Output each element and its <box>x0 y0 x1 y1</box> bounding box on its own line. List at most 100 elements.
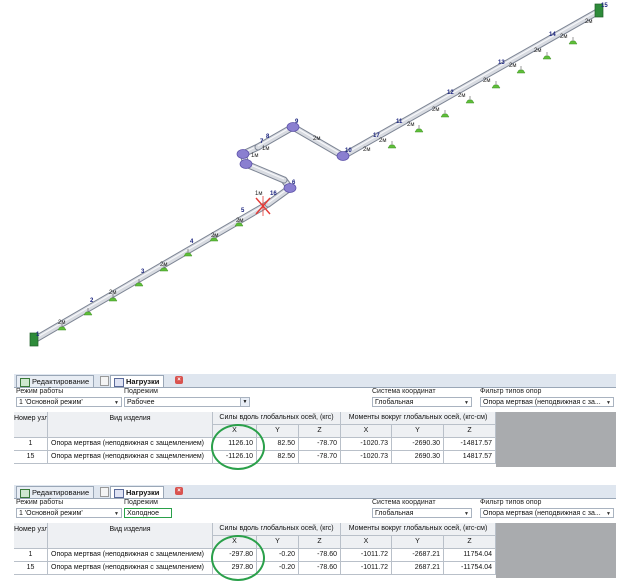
table-row-1-type[interactable]: Опора мертвая (неподвижная с защемлением… <box>48 438 213 451</box>
table-row-1-mz[interactable]: -14817.57 <box>444 438 496 451</box>
header-fy: Y <box>257 536 299 549</box>
segment-length-label: 2м <box>58 320 65 326</box>
node-label: 11 <box>396 119 403 125</box>
sliding-support-icon <box>491 84 501 89</box>
tab-bar: Редактирование Нагрузки × <box>14 485 616 499</box>
document-icon[interactable] <box>100 376 109 386</box>
node-label: 10 <box>345 148 352 154</box>
header-fy: Y <box>257 425 299 438</box>
mode-label: Режим работы <box>16 388 64 395</box>
coord-label: Система координат <box>372 388 436 395</box>
table-row-15-type[interactable]: Опора мертвая (неподвижная с защемлением… <box>48 562 213 575</box>
close-tab-icon[interactable]: × <box>175 487 183 495</box>
node-label: 14 <box>549 32 556 38</box>
node-label: 12 <box>447 90 454 96</box>
table-row-1-fz[interactable]: -78.70 <box>299 438 341 451</box>
tab-editing[interactable]: Редактирование <box>16 486 95 498</box>
table-row-1-type[interactable]: Опора мертвая (неподвижная с защемлением… <box>48 549 213 562</box>
close-tab-icon[interactable]: × <box>175 376 183 384</box>
table-row-1-mz[interactable]: 11754.04 <box>444 549 496 562</box>
table-row-15-fx[interactable]: 297.80 <box>213 562 257 575</box>
sliding-support-icon <box>568 40 578 45</box>
header-mz: Z <box>444 536 496 549</box>
pipeline-3d-view[interactable]: 2м 2м 2м 2м 2м 1м 1м 1м 2м 2м 2м 2м 2м 2м 2м 2м 2м 2м 2м 1… <box>0 0 620 360</box>
submode-label: Подрежим <box>124 499 158 506</box>
table-row-15-mx[interactable]: -1011.72 <box>341 562 392 575</box>
table-row-15-mz[interactable]: -11754.04 <box>444 562 496 575</box>
mode-select[interactable]: 1 'Основной режим' ▼ <box>16 508 122 518</box>
editing-icon <box>20 489 30 498</box>
chevron-down-icon: ▼ <box>114 400 119 406</box>
table-row-15-type[interactable]: Опора мертвая (неподвижная с защемлением… <box>48 451 213 464</box>
node-label: 6 <box>292 180 296 186</box>
table-row-15-fz[interactable]: -78.70 <box>299 451 341 464</box>
node-label: 16 <box>270 191 277 197</box>
header-my: Y <box>392 536 444 549</box>
table-row-15-node[interactable]: 15 <box>14 562 48 575</box>
sliding-support-icon <box>465 99 475 104</box>
segment-length-label: 2м <box>379 138 386 144</box>
table-row-15-fy[interactable]: 82.50 <box>257 451 299 464</box>
table-row-1-node[interactable]: 1 <box>14 549 48 562</box>
loads-icon <box>114 378 124 387</box>
sliding-support-icon <box>440 113 450 118</box>
tab-loads[interactable]: Нагрузки <box>110 375 165 387</box>
table-row-15-mx[interactable]: -1020.73 <box>341 451 392 464</box>
dropdown-button[interactable]: ▼ <box>240 398 249 406</box>
editing-icon <box>20 378 30 387</box>
sliding-support-icon <box>542 55 552 60</box>
table-row-15-fy[interactable]: -0.20 <box>257 562 299 575</box>
segment-length-label: 2м <box>432 107 439 113</box>
document-icon[interactable] <box>100 487 109 497</box>
table-row-15-fx[interactable]: -1126.10 <box>213 451 257 464</box>
table-row-15-node[interactable]: 15 <box>14 451 48 464</box>
mode-label: Режим работы <box>16 499 64 506</box>
table-row-1-fx[interactable]: 1126.10 <box>213 438 257 451</box>
header-fx: X <box>213 425 257 438</box>
pipe-bend <box>239 159 253 169</box>
segment-length-label: 2м <box>407 122 414 128</box>
table-row-1-fx[interactable]: -297.80 <box>213 549 257 562</box>
filter-select[interactable]: Опора мертвая (неподвижная с за... ▼ <box>480 397 614 407</box>
submode-select[interactable]: Холодное <box>124 508 172 518</box>
table-row-1-fz[interactable]: -78.60 <box>299 549 341 562</box>
header-forces: Силы вдоль глобальных осей, (кгс) <box>213 523 341 536</box>
filter-select[interactable]: Опора мертвая (неподвижная с за... ▼ <box>480 508 614 518</box>
pipe-segment <box>31 201 271 343</box>
segment-length-label: 2м <box>560 34 567 40</box>
mode-select[interactable]: 1 'Основной режим' ▼ <box>16 397 122 407</box>
chevron-down-icon: ▼ <box>114 511 119 517</box>
tab-loads[interactable]: Нагрузки <box>110 486 165 498</box>
segment-length-label: 2м <box>483 78 490 84</box>
segment-length-label: 2м <box>109 290 116 296</box>
pipe-highlight <box>342 9 600 156</box>
table-row-15-mz[interactable]: 14817.57 <box>444 451 496 464</box>
header-forces: Силы вдоль глобальных осей, (кгс) <box>213 412 341 425</box>
table-row-1-fy[interactable]: 82.50 <box>257 438 299 451</box>
table-row-1-node[interactable]: 1 <box>14 438 48 451</box>
coord-select[interactable]: Глобальная ▼ <box>372 508 472 518</box>
header-fx: X <box>213 536 257 549</box>
submode-select[interactable]: Рабочее ▼ <box>124 397 250 407</box>
empty-area <box>496 412 616 467</box>
coord-select[interactable]: Глобальная ▼ <box>372 397 472 407</box>
table-row-1-fy[interactable]: -0.20 <box>257 549 299 562</box>
node-label: 9 <box>295 119 299 125</box>
table-row-15-my[interactable]: 2687.21 <box>392 562 444 575</box>
segment-length-label: 2м <box>363 147 370 153</box>
header-mz: Z <box>444 425 496 438</box>
table-row-15-fz[interactable]: -78.60 <box>299 562 341 575</box>
sliding-support-icon <box>516 69 526 74</box>
node-label: 15 <box>601 3 608 9</box>
coord-label: Система координат <box>372 499 436 506</box>
tab-editing[interactable]: Редактирование <box>16 375 95 387</box>
pipe-segment <box>340 8 602 159</box>
table-row-1-my[interactable]: -2690.30 <box>392 438 444 451</box>
segment-length-label: 1м <box>262 146 269 152</box>
table-row-1-my[interactable]: -2687.21 <box>392 549 444 562</box>
segment-length-label: 2м <box>585 19 592 25</box>
table-row-1-mx[interactable]: -1020.73 <box>341 438 392 451</box>
table-row-1-mx[interactable]: -1011.72 <box>341 549 392 562</box>
table-row-15-my[interactable]: 2690.30 <box>392 451 444 464</box>
header-moments: Моменты вокруг глобальных осей, (кгс-см) <box>341 523 496 536</box>
